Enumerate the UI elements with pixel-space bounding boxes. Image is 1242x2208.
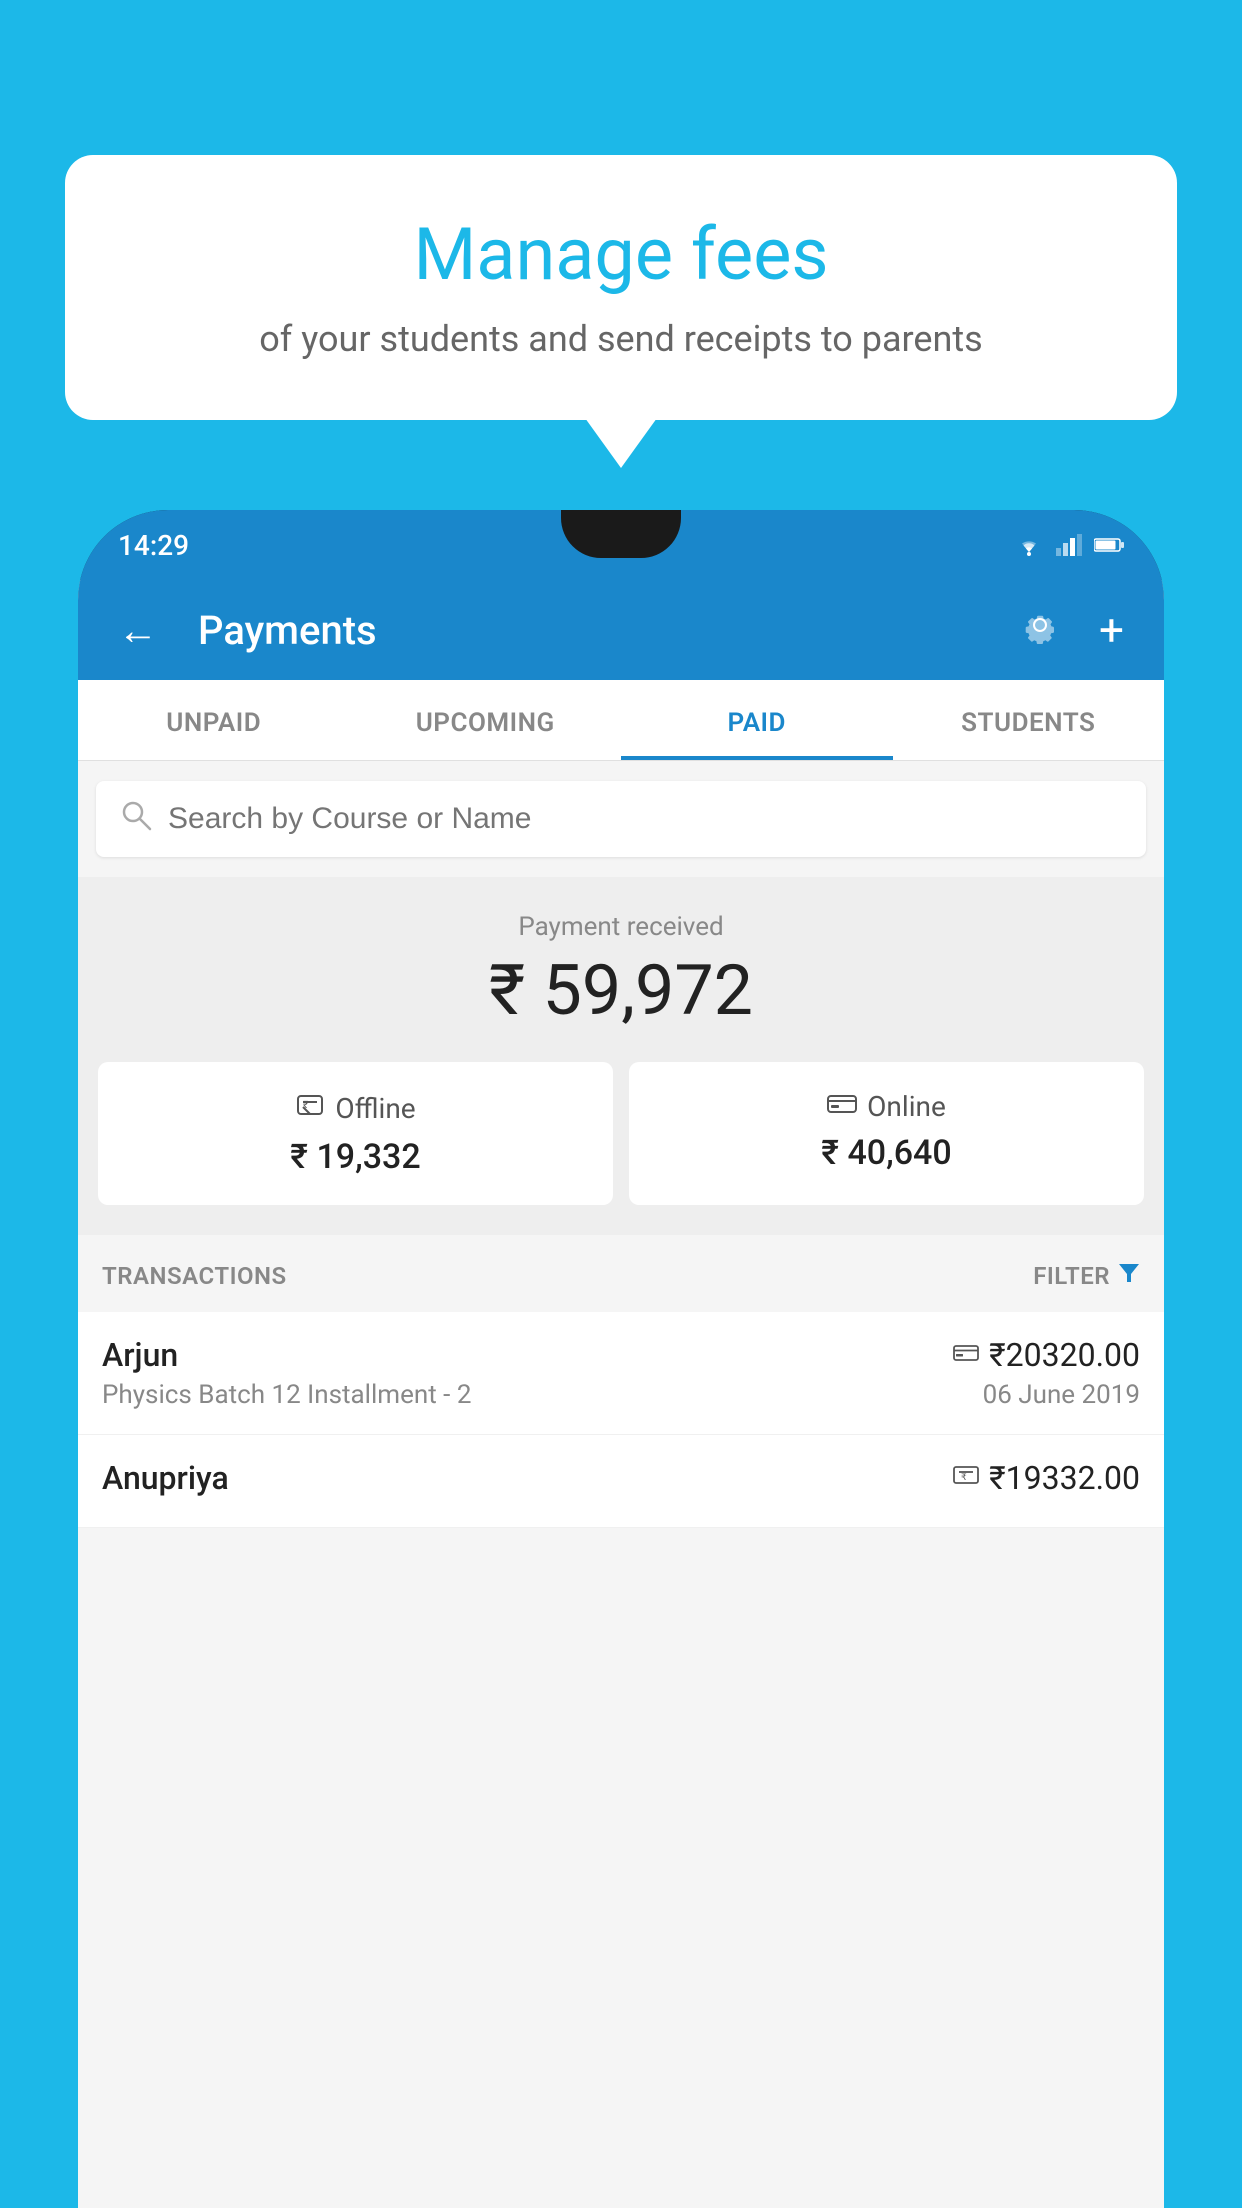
search-icon	[120, 799, 152, 839]
settings-button[interactable]	[1011, 596, 1069, 664]
filter-icon	[1118, 1262, 1140, 1290]
online-label: Online	[867, 1090, 946, 1123]
wifi-icon	[1014, 534, 1044, 556]
back-button[interactable]: ←	[108, 597, 168, 664]
online-icon	[827, 1090, 857, 1123]
payment-amount: ₹ 59,972	[98, 950, 1144, 1032]
payment-summary: Payment received ₹ 59,972 ₹	[78, 877, 1164, 1235]
payment-cards: ₹ Offline ₹ 19,332	[98, 1062, 1144, 1205]
search-container	[96, 781, 1146, 857]
online-amount: ₹ 40,640	[649, 1133, 1124, 1173]
signal-icon	[1056, 534, 1082, 556]
transaction-desc: Physics Batch 12 Installment - 2	[102, 1380, 471, 1410]
tabs-bar: UNPAID UPCOMING PAID STUDENTS	[78, 680, 1164, 761]
svg-text:₹: ₹	[303, 1100, 308, 1111]
svg-text:₹: ₹	[961, 1472, 967, 1482]
cash-payment-icon: ₹	[953, 1463, 979, 1493]
transaction-date: 06 June 2019	[983, 1380, 1140, 1410]
tab-unpaid[interactable]: UNPAID	[78, 680, 350, 760]
app-toolbar: ← Payments +	[78, 580, 1164, 680]
offline-label: Offline	[335, 1092, 415, 1125]
transactions-header: TRANSACTIONS FILTER	[78, 1240, 1164, 1312]
filter-button[interactable]: FILTER	[1033, 1262, 1140, 1290]
transaction-amount-2: ₹19332.00	[989, 1459, 1140, 1497]
tooltip-card: Manage fees of your students and send re…	[65, 155, 1177, 420]
add-button[interactable]: +	[1089, 594, 1134, 666]
transaction-name-2: Anupriya	[102, 1459, 229, 1497]
filter-label: FILTER	[1033, 1262, 1110, 1290]
notch	[561, 510, 681, 558]
offline-card: ₹ Offline ₹ 19,332	[98, 1062, 613, 1205]
transaction-amount: ₹20320.00	[989, 1336, 1140, 1374]
gear-icon	[1021, 606, 1059, 644]
phone-frame: 14:29	[78, 510, 1164, 2208]
tab-students[interactable]: STUDENTS	[893, 680, 1165, 760]
status-bar: 14:29	[78, 510, 1164, 580]
battery-icon	[1094, 537, 1124, 553]
online-card: Online ₹ 40,640	[629, 1062, 1144, 1205]
transactions-label: TRANSACTIONS	[102, 1262, 287, 1290]
offline-icon: ₹	[295, 1090, 325, 1127]
table-row[interactable]: Anupriya ₹ ₹19332.00	[78, 1435, 1164, 1528]
phone-screen: ← Payments + UNPAID UPCOMING PAID STUDEN…	[78, 580, 1164, 2208]
toolbar-title: Payments	[188, 607, 991, 654]
transaction-name: Arjun	[102, 1336, 178, 1374]
tab-upcoming[interactable]: UPCOMING	[350, 680, 622, 760]
status-time: 14:29	[118, 529, 189, 562]
tooltip-subtitle: of your students and send receipts to pa…	[115, 314, 1127, 364]
status-icons	[1014, 534, 1124, 556]
transaction-amount-wrap: ₹20320.00	[953, 1336, 1140, 1374]
offline-amount: ₹ 19,332	[118, 1137, 593, 1177]
search-input[interactable]	[168, 802, 1122, 836]
transaction-amount-wrap-2: ₹ ₹19332.00	[953, 1459, 1140, 1497]
card-payment-icon	[953, 1340, 979, 1370]
tab-paid[interactable]: PAID	[621, 680, 893, 760]
table-row[interactable]: Arjun ₹20320.00 Physics Batch 12 Install…	[78, 1312, 1164, 1435]
tooltip-title: Manage fees	[115, 215, 1127, 294]
payment-label: Payment received	[98, 912, 1144, 942]
